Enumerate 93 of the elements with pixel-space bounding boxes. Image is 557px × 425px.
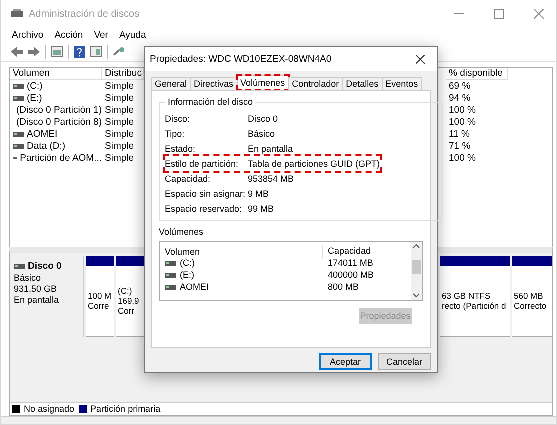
group-title: Información del disco: [167, 97, 254, 107]
tab[interactable]: Controlador: [288, 77, 344, 90]
close-icon: [534, 9, 544, 19]
key-icon[interactable]: [113, 46, 125, 56]
partition-info: 560 MB: [514, 291, 544, 301]
table-cell-text: 94 %: [448, 92, 472, 104]
window-title: Administración de discos: [29, 8, 141, 20]
menu-item[interactable]: Archivo: [12, 30, 44, 40]
partition-info: recto (Partición d: [442, 301, 508, 311]
back-arrow-icon[interactable]: [11, 46, 23, 56]
partition-info: (C:): [118, 286, 134, 296]
table-cell-text: Simple: [104, 104, 136, 116]
field-label: Tipo:: [165, 128, 186, 138]
partition-info: 100 M: [88, 291, 112, 301]
volume-name: (E:): [27, 92, 42, 104]
volume-name: Partición de AOM...: [20, 152, 102, 164]
partition-block[interactable]: 100 M Corre: [86, 256, 114, 337]
column-header[interactable]: % disponible: [446, 68, 508, 80]
table-cell-text: 174011 MB: [327, 257, 374, 269]
column-header[interactable]: Volumen: [160, 245, 323, 259]
forward-arrow-icon[interactable]: [28, 46, 40, 56]
accept-button[interactable]: Aceptar: [319, 353, 372, 370]
table-cell-text: Simple: [104, 92, 136, 104]
disk-info: Básico: [14, 273, 42, 283]
dialog-title: Propiedades: WDC WD10EZEX-08WN4A0: [150, 54, 332, 64]
tab[interactable]: Volúmenes: [236, 75, 290, 90]
menu-item[interactable]: Ver: [94, 30, 108, 40]
disk-info: En pantalla: [14, 295, 60, 305]
disk-info: 931,50 GB: [14, 284, 58, 294]
table-cell-text: 100 %: [448, 104, 477, 116]
field-label: Espacio reservado:: [165, 204, 244, 214]
volume-name: (C:): [180, 258, 195, 268]
partition-info: 169,9: [118, 296, 140, 306]
table-cell-text: 100 %: [448, 152, 477, 164]
field-label: Capacidad:: [165, 174, 212, 184]
tab[interactable]: Directivas: [190, 77, 238, 90]
table-cell-text: Simple: [104, 80, 136, 92]
field-label: Espacio sin asignar:: [165, 188, 247, 198]
up-caret-icon: [413, 244, 420, 249]
field-value: Tabla de particiones GUID (GPT): [248, 158, 380, 168]
tab[interactable]: Eventos: [382, 77, 422, 90]
table-cell-text: 800 MB: [327, 281, 360, 293]
disk-drive-icon: [11, 9, 23, 19]
table-cell-text: Simple: [104, 116, 136, 128]
partition-info: 63 GB NTFS: [442, 291, 492, 301]
table-cell-text: Simple: [104, 152, 136, 164]
volume-name: AOMEI: [27, 128, 58, 140]
partition-block[interactable]: 560 MB Correcto: [512, 256, 552, 337]
column-header[interactable]: Volumen: [10, 68, 102, 80]
panel-icon[interactable]: [51, 46, 63, 57]
volume-name: (Disco 0 Partición 8): [16, 116, 102, 128]
volume-name: (Disco 0 Partición 1): [16, 104, 102, 116]
table-cell-text: 11 %: [448, 128, 471, 140]
volume-name: Data (D:): [27, 140, 66, 152]
tab[interactable]: General: [151, 77, 192, 90]
table-cell-text: 100 %: [448, 116, 477, 128]
partition-block[interactable]: (C:) 169,9 Corr: [116, 256, 144, 337]
menu-item[interactable]: Acción: [54, 30, 84, 40]
volume-name: (C:): [27, 80, 43, 92]
table-cell-text: Simple: [104, 140, 136, 152]
menu-item[interactable]: Ayuda: [119, 30, 146, 40]
field-value: Disco 0: [248, 114, 280, 124]
partition-info: Corr: [118, 306, 136, 316]
table-cell-text: Simple: [104, 128, 136, 140]
partition-block[interactable]: 63 GB NTFS recto (Partición d: [440, 256, 510, 337]
table-cell-text: 71 %: [448, 140, 472, 152]
partition-info: Corre: [88, 301, 110, 311]
legend-label: Partición primaria: [90, 404, 161, 414]
field-label: Estado:: [165, 144, 197, 154]
legend-label: No asignado: [24, 404, 75, 414]
close-icon: [416, 54, 424, 64]
field-value: 953854 MB: [248, 174, 296, 184]
disk-name: Disco 0: [28, 261, 62, 272]
field-value: 99 MB: [248, 204, 276, 214]
table-cell-text: 400000 MB: [327, 269, 376, 281]
tab[interactable]: Detalles: [342, 77, 383, 90]
maximize-icon: [494, 9, 504, 19]
table-cell-text: 69 %: [448, 80, 472, 92]
column-header[interactable]: Capacidad: [323, 245, 411, 257]
panel-icon[interactable]: [90, 46, 102, 57]
scrollbar[interactable]: [411, 242, 422, 300]
field-value: 9 MB: [248, 188, 270, 198]
help-icon[interactable]: [74, 46, 85, 58]
volume-name: (E:): [180, 270, 194, 280]
field-label: Estilo de partición:: [165, 158, 240, 168]
cancel-button[interactable]: Cancelar: [378, 353, 431, 370]
partition-info: Correcto: [514, 301, 548, 311]
volume-name: AOMEI: [180, 282, 210, 292]
down-caret-icon: [413, 293, 420, 298]
field-value: En pantalla: [248, 144, 294, 154]
field-label: Disco:: [165, 114, 192, 124]
section-label: Volúmenes: [159, 227, 205, 237]
field-value: Básico: [248, 128, 276, 138]
